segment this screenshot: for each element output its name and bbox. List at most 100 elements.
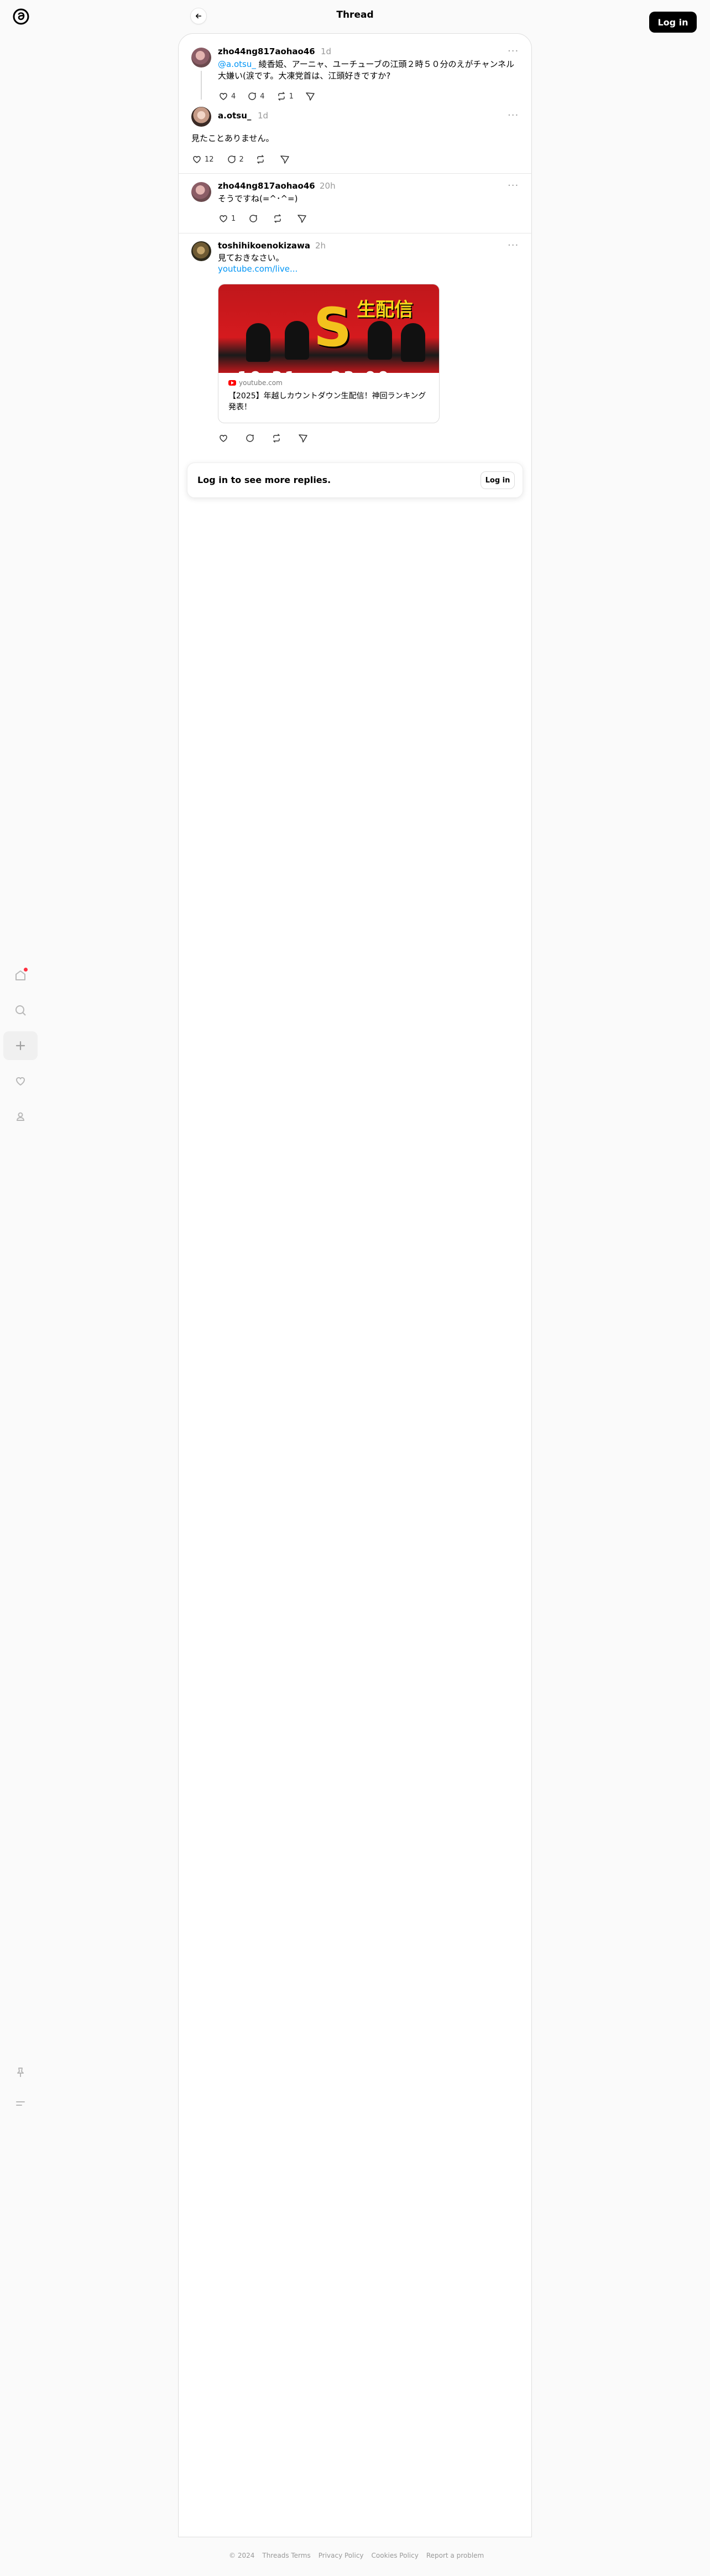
thumbnail-emblem: S bbox=[314, 297, 352, 359]
post-text: 見ておきなさい。 bbox=[218, 253, 284, 263]
video-thumbnail: S 生配信 19:31 〜 23:00 bbox=[218, 284, 439, 386]
send-icon bbox=[306, 92, 315, 101]
heart-icon bbox=[220, 435, 227, 442]
pin-icon bbox=[17, 2068, 24, 2077]
nav-create[interactable] bbox=[3, 1031, 38, 1060]
post-username[interactable]: zho44ng817aohao46 bbox=[218, 181, 315, 191]
post-username[interactable]: a.otsu_ bbox=[218, 111, 251, 121]
footer-cookies-link[interactable]: Cookies Policy bbox=[372, 2552, 419, 2559]
post-username[interactable]: toshihikoenokizawa bbox=[218, 241, 310, 251]
post-time[interactable]: 20h bbox=[320, 181, 336, 191]
comment-icon bbox=[227, 155, 236, 163]
youtube-icon bbox=[228, 380, 236, 386]
post-time[interactable]: 2h bbox=[315, 241, 326, 251]
like-button[interactable]: 4 bbox=[218, 91, 236, 102]
avatar[interactable] bbox=[191, 107, 211, 127]
post-actions bbox=[218, 433, 322, 444]
footer-terms-link[interactable]: Threads Terms bbox=[262, 2552, 310, 2559]
post-actions: 1 bbox=[218, 213, 321, 224]
like-button[interactable]: 1 bbox=[218, 213, 236, 224]
like-button[interactable] bbox=[218, 433, 231, 444]
post-username[interactable]: zho44ng817aohao46 bbox=[218, 46, 315, 56]
threads-logo-icon[interactable] bbox=[11, 7, 31, 27]
more-options-icon[interactable]: ··· bbox=[508, 240, 519, 251]
back-button[interactable] bbox=[190, 8, 207, 24]
link-title: 【2025】年越しカウントダウン生配信！神回ランキング発表！ bbox=[228, 392, 426, 412]
avatar[interactable] bbox=[191, 182, 211, 202]
divider bbox=[178, 173, 532, 174]
footer-privacy-link[interactable]: Privacy Policy bbox=[319, 2552, 364, 2559]
page-title: Thread bbox=[336, 9, 374, 20]
repost-button[interactable] bbox=[271, 433, 284, 444]
thumbnail-figure bbox=[246, 323, 270, 362]
avatar[interactable] bbox=[191, 241, 211, 261]
post-link[interactable]: youtube.com/live... bbox=[218, 264, 297, 274]
repost-button[interactable] bbox=[255, 154, 268, 165]
repost-icon bbox=[278, 92, 285, 101]
thread-connector bbox=[201, 71, 202, 100]
nav-menu[interactable] bbox=[3, 2089, 38, 2118]
share-button[interactable] bbox=[296, 213, 310, 224]
post-actions: 12 2 bbox=[191, 154, 304, 165]
link-preview-card[interactable]: S 生配信 19:31 〜 23:00 youtube.com 【2025】年越… bbox=[218, 284, 440, 423]
post-actions: 4 4 1 bbox=[218, 91, 329, 102]
login-button[interactable]: Log in bbox=[649, 12, 697, 33]
send-icon bbox=[297, 215, 307, 223]
repost-icon bbox=[257, 155, 264, 164]
nav-activity[interactable] bbox=[3, 1067, 38, 1095]
like-button[interactable]: 12 bbox=[191, 154, 214, 165]
send-icon bbox=[299, 434, 307, 443]
share-button[interactable] bbox=[279, 154, 293, 165]
post-text: 見たことありません。 bbox=[191, 133, 274, 143]
search-icon bbox=[15, 1005, 26, 1016]
thumbnail-figure bbox=[401, 323, 425, 362]
login-prompt-card: Log in to see more replies. Log in bbox=[187, 463, 523, 498]
post-time[interactable]: 1d bbox=[321, 46, 331, 56]
more-options-icon[interactable]: ··· bbox=[508, 180, 519, 191]
avatar[interactable] bbox=[191, 48, 211, 67]
reply-button[interactable]: 2 bbox=[226, 154, 244, 165]
create-icon bbox=[15, 1041, 25, 1051]
comment-icon bbox=[249, 215, 258, 222]
menu-icon bbox=[16, 2101, 25, 2106]
repost-icon bbox=[273, 434, 280, 443]
thumbnail-figure bbox=[285, 321, 309, 360]
heart-icon bbox=[193, 156, 201, 163]
footer-report-link[interactable]: Report a problem bbox=[426, 2552, 484, 2559]
post-time[interactable]: 1d bbox=[258, 111, 268, 121]
notification-dot bbox=[24, 968, 28, 972]
reply-button[interactable] bbox=[244, 433, 258, 444]
footer: © 2024 Threads Terms Privacy Policy Cook… bbox=[229, 2552, 492, 2559]
nav-home[interactable] bbox=[3, 961, 38, 990]
arrow-left-icon bbox=[195, 13, 202, 19]
side-nav bbox=[0, 0, 42, 2576]
reply-button[interactable]: 4 bbox=[247, 91, 265, 102]
repost-icon bbox=[274, 214, 281, 223]
repost-button[interactable]: 1 bbox=[276, 91, 294, 102]
send-icon bbox=[280, 155, 289, 164]
thumbnail-title: 生配信 bbox=[357, 299, 413, 321]
post-text: @a.otsu_ 綾香姫、アーニャ、ユーチューブの江頭２時５０分のえがチャンネル… bbox=[218, 59, 515, 81]
more-options-icon[interactable]: ··· bbox=[508, 45, 519, 57]
share-button[interactable] bbox=[305, 91, 318, 102]
nav-pin[interactable] bbox=[3, 2058, 38, 2087]
more-options-icon[interactable]: ··· bbox=[508, 110, 519, 121]
heart-icon bbox=[220, 93, 227, 100]
share-button[interactable] bbox=[297, 433, 311, 444]
footer-copyright: © 2024 bbox=[229, 2552, 255, 2559]
reply-button[interactable] bbox=[248, 213, 261, 224]
comment-icon bbox=[248, 92, 257, 100]
post-text: そうですね(=^･^=) bbox=[218, 194, 298, 204]
activity-heart-icon bbox=[16, 1077, 25, 1086]
login-prompt-text: Log in to see more replies. bbox=[197, 475, 331, 485]
profile-icon bbox=[16, 1112, 25, 1121]
link-source: youtube.com bbox=[228, 379, 283, 387]
mention-link[interactable]: @a.otsu_ bbox=[218, 59, 256, 69]
thumbnail-figure bbox=[368, 321, 392, 360]
nav-profile[interactable] bbox=[3, 1102, 38, 1131]
comment-icon bbox=[246, 434, 254, 442]
heart-icon bbox=[220, 215, 227, 222]
login-card-button[interactable]: Log in bbox=[481, 471, 515, 489]
nav-search[interactable] bbox=[3, 996, 38, 1025]
repost-button[interactable] bbox=[272, 213, 285, 224]
